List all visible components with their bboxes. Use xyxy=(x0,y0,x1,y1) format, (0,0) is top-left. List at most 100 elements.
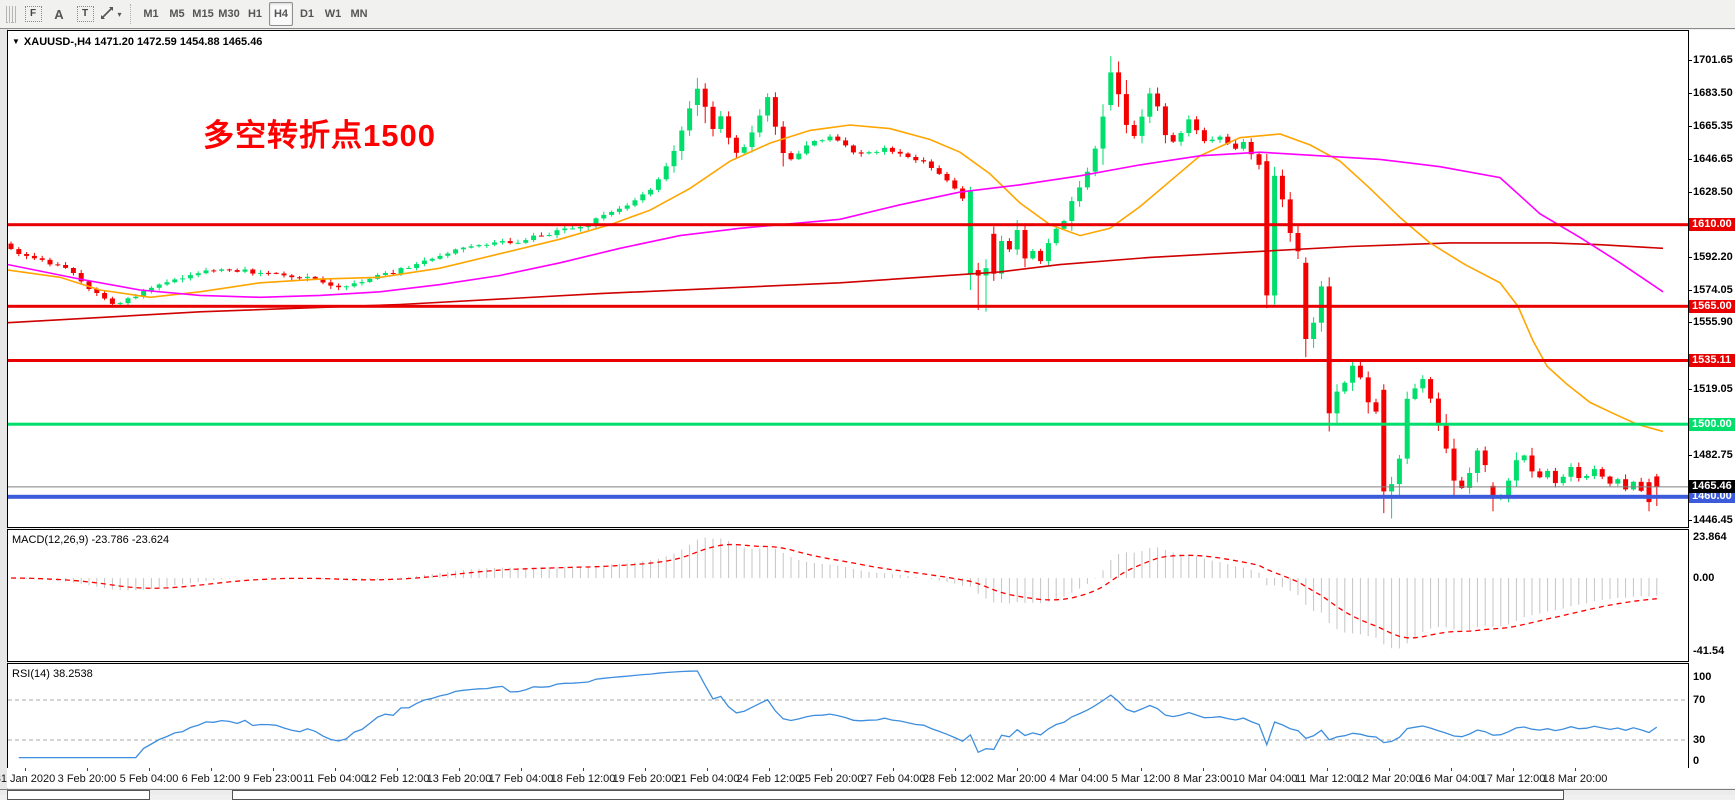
date-label: 12 Feb 12:00 xyxy=(365,773,430,785)
date-label: 11 Feb 04:00 xyxy=(303,773,367,785)
timeframe-button-w1[interactable]: W1 xyxy=(321,2,345,26)
date-label: 5 Mar 12:00 xyxy=(1112,773,1171,785)
price-axis[interactable] xyxy=(1689,30,1735,770)
timeframe-button-h4[interactable]: H4 xyxy=(269,2,293,26)
price-tick-mark xyxy=(1688,192,1692,193)
price-tick-mark xyxy=(1688,257,1692,258)
date-label: 5 Feb 04:00 xyxy=(120,773,179,785)
price-tick-label: 1555.90 xyxy=(1693,316,1733,328)
date-label: 31 Jan 2020 xyxy=(0,773,55,785)
date-tick-mark xyxy=(1451,768,1452,771)
date-tick-mark xyxy=(25,768,26,771)
date-tick-mark xyxy=(955,768,956,771)
date-label: 3 Feb 20:00 xyxy=(58,773,117,785)
date-tick-mark xyxy=(335,768,336,771)
timeframe-button-m30[interactable]: M30 xyxy=(217,2,241,26)
toolbar: F A T ▾ M1M5M15M30H1H4D1W1MN xyxy=(0,0,1735,29)
window-divider xyxy=(0,28,1735,29)
date-tick-mark xyxy=(521,768,522,771)
objects-tool-button[interactable]: ▾ xyxy=(99,2,123,26)
price-tick-label: 1701.65 xyxy=(1693,54,1733,66)
rsi-label: RSI(14) 38.2538 xyxy=(12,668,93,680)
date-tick-mark xyxy=(87,768,88,771)
date-tick-mark xyxy=(397,768,398,771)
rsi-tick-label: 100 xyxy=(1693,671,1711,683)
date-tick-mark xyxy=(149,768,150,771)
price-tick-label: 1519.05 xyxy=(1693,383,1733,395)
date-tick-mark xyxy=(645,768,646,771)
timeframe-button-m1[interactable]: M1 xyxy=(139,2,163,26)
date-tick-mark xyxy=(769,768,770,771)
chart-tab[interactable] xyxy=(7,790,150,800)
price-tick-label: 1592.20 xyxy=(1693,251,1733,263)
letter-a-icon: A xyxy=(54,7,63,22)
rsi-tick-label: 0 xyxy=(1693,755,1699,767)
cursor-tool-button[interactable]: A xyxy=(47,2,71,26)
timeframe-button-d1[interactable]: D1 xyxy=(295,2,319,26)
date-label: 27 Feb 04:00 xyxy=(861,773,926,785)
symbol-ohlc-label: XAUUSD-,H4 1471.20 1472.59 1454.88 1465.… xyxy=(24,36,263,48)
toolbar-grip[interactable] xyxy=(6,6,16,23)
date-tick-mark xyxy=(1017,768,1018,771)
chart-header: ▼ XAUUSD-,H4 1471.20 1472.59 1454.88 1465… xyxy=(12,36,262,48)
date-label: 18 Feb 12:00 xyxy=(551,773,616,785)
toolbar-separator xyxy=(130,4,132,24)
rsi-tick-label: 30 xyxy=(1693,734,1705,746)
date-label: 13 Feb 20:00 xyxy=(427,773,492,785)
price-tick-mark xyxy=(1688,159,1692,160)
date-label: 17 Feb 04:00 xyxy=(489,773,554,785)
hline-price-label[interactable]: 1610.00 xyxy=(1689,218,1735,231)
macd-tick-label: 23.864 xyxy=(1693,531,1727,543)
price-tick-mark xyxy=(1688,520,1692,521)
timeframe-button-mn[interactable]: MN xyxy=(347,2,371,26)
date-label: 21 Feb 04:00 xyxy=(675,773,740,785)
macd-tick-label: 0.00 xyxy=(1693,572,1714,584)
date-label: 28 Feb 12:00 xyxy=(923,773,988,785)
macd-label: MACD(12,26,9) -23.786 -23.624 xyxy=(12,534,169,546)
hline-price-label[interactable]: 1500.00 xyxy=(1689,418,1735,431)
date-tick-mark xyxy=(707,768,708,771)
chart-tab[interactable] xyxy=(232,790,1564,800)
date-label: 16 Mar 04:00 xyxy=(1419,773,1484,785)
price-tick-label: 1628.50 xyxy=(1693,186,1733,198)
price-tick-mark xyxy=(1688,389,1692,390)
price-tick-label: 1482.75 xyxy=(1693,449,1733,461)
date-tick-mark xyxy=(1327,768,1328,771)
date-label: 19 Feb 20:00 xyxy=(613,773,678,785)
timeframe-button-h1[interactable]: H1 xyxy=(243,2,267,26)
grid-f-icon: F xyxy=(25,6,42,22)
date-tick-mark xyxy=(459,768,460,771)
price-tick-mark xyxy=(1688,60,1692,61)
hline-price-label[interactable]: 1535.11 xyxy=(1689,354,1735,367)
date-label: 11 Mar 12:00 xyxy=(1295,773,1359,785)
chevron-down-icon: ▾ xyxy=(117,10,121,19)
date-label: 17 Mar 12:00 xyxy=(1481,773,1546,785)
macd-indicator-svg[interactable] xyxy=(8,530,1688,660)
price-tick-label: 1646.65 xyxy=(1693,153,1733,165)
date-label: 25 Feb 20:00 xyxy=(799,773,864,785)
timeframe-button-group: M1M5M15M30H1H4D1W1MN xyxy=(138,2,372,26)
rsi-tick-label: 70 xyxy=(1693,694,1705,706)
date-tick-mark xyxy=(1513,768,1514,771)
timeframe-button-m5[interactable]: M5 xyxy=(165,2,189,26)
price-tick-mark xyxy=(1688,455,1692,456)
date-tick-mark xyxy=(1575,768,1576,771)
date-label: 18 Mar 20:00 xyxy=(1543,773,1608,785)
date-label: 2 Mar 20:00 xyxy=(988,773,1047,785)
date-tick-mark xyxy=(1203,768,1204,771)
date-label: 24 Feb 12:00 xyxy=(737,773,802,785)
price-tick-mark xyxy=(1688,126,1692,127)
price-tick-mark xyxy=(1688,290,1692,291)
date-tick-mark xyxy=(831,768,832,771)
candlestick-chart-svg[interactable] xyxy=(8,31,1688,527)
date-tick-mark xyxy=(1389,768,1390,771)
collapse-triangle-icon[interactable]: ▼ xyxy=(12,37,20,46)
price-tick-label: 1683.50 xyxy=(1693,87,1733,99)
date-tick-mark xyxy=(583,768,584,771)
text-tool-button[interactable]: T xyxy=(73,2,97,26)
timeframe-button-m15[interactable]: M15 xyxy=(191,2,215,26)
rsi-indicator-svg[interactable] xyxy=(8,664,1688,767)
hline-price-label[interactable]: 1565.00 xyxy=(1689,300,1735,313)
grid-period-tool-button[interactable]: F xyxy=(21,2,45,26)
date-tick-mark xyxy=(1079,768,1080,771)
